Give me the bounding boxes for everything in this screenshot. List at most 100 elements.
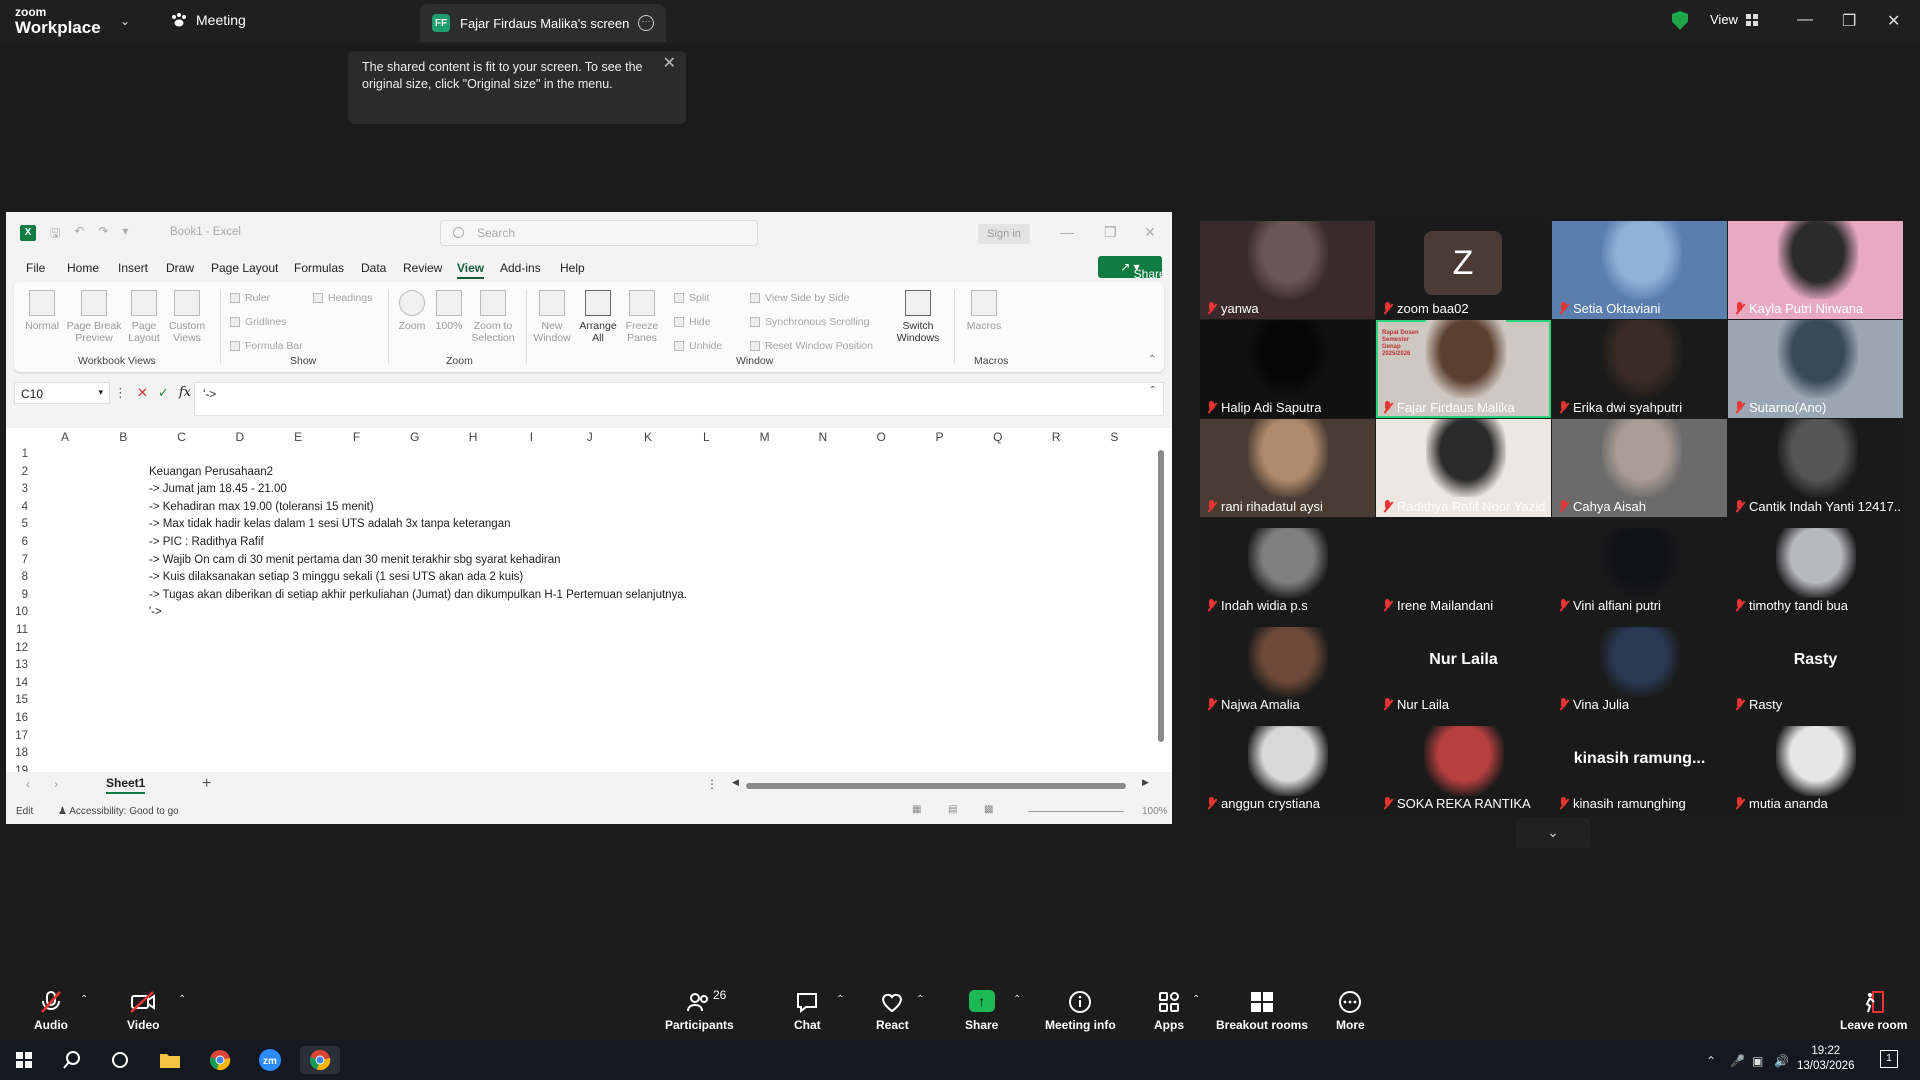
participant-tile[interactable]: Halip Adi Saputra: [1200, 320, 1375, 418]
column-header[interactable]: K: [619, 428, 677, 446]
page-break-preview-button[interactable]: Page Break Preview: [66, 290, 122, 344]
cell-text[interactable]: '->: [149, 606, 162, 618]
participant-tile[interactable]: Cantik Indah Yanti 12417...: [1728, 419, 1903, 517]
row-header[interactable]: 9: [6, 589, 36, 607]
column-header[interactable]: G: [386, 428, 444, 446]
row-header[interactable]: 15: [6, 694, 36, 712]
row-header[interactable]: 17: [6, 730, 36, 748]
row-header[interactable]: 2: [6, 466, 36, 484]
minimize-icon[interactable]: —: [1797, 11, 1813, 29]
column-header[interactable]: N: [794, 428, 852, 446]
macros-button[interactable]: Macros: [964, 290, 1004, 332]
participant-tile[interactable]: Erika dwi syahputri: [1552, 320, 1727, 418]
zoom-to-selection-button[interactable]: Zoom to Selection: [468, 290, 518, 344]
headings-checkbox[interactable]: Headings: [313, 292, 372, 304]
share-button[interactable]: ↗ Share ▾: [1098, 256, 1166, 281]
formula-bar-checkbox[interactable]: Formula Bar: [230, 340, 303, 352]
video-button[interactable]: Video: [127, 990, 159, 1032]
next-sheet-icon[interactable]: ›: [54, 777, 58, 791]
menu-page-layout[interactable]: Page Layout: [211, 261, 278, 275]
column-header[interactable]: M: [736, 428, 794, 446]
row-header[interactable]: 3: [6, 483, 36, 501]
save-icon[interactable]: 🖫: [50, 224, 60, 245]
row-header[interactable]: 1: [6, 448, 36, 466]
volume-icon[interactable]: 🔊: [1774, 1054, 1789, 1068]
participant-tile[interactable]: rani rihadatul aysi: [1200, 419, 1375, 517]
unhide-button[interactable]: Unhide: [674, 340, 722, 352]
collapse-ribbon-icon[interactable]: ⌃: [1148, 354, 1156, 365]
zoom-app-icon[interactable]: zm: [250, 1046, 290, 1074]
row-header[interactable]: 16: [6, 712, 36, 730]
video-options-icon[interactable]: ⌃: [178, 994, 186, 1005]
vertical-scrollbar[interactable]: [1158, 436, 1166, 762]
participant-tile[interactable]: Vina Julia: [1552, 617, 1727, 715]
row-header[interactable]: 7: [6, 554, 36, 572]
react-options-icon[interactable]: ⌃: [916, 994, 924, 1005]
cell-text[interactable]: -> Kehadiran max 19.00 (toleransi 15 men…: [149, 501, 374, 513]
row-header[interactable]: 13: [6, 659, 36, 677]
column-header[interactable]: J: [561, 428, 619, 446]
undo-icon[interactable]: ↶: [74, 224, 84, 245]
menu-draw[interactable]: Draw: [166, 261, 194, 275]
participant-tile[interactable]: Indah widia p.s: [1200, 518, 1375, 616]
search-input[interactable]: Search: [440, 220, 758, 246]
menu-file[interactable]: File: [26, 261, 45, 275]
participant-tile[interactable]: Rasty Rasty: [1728, 617, 1903, 715]
scroll-left-icon[interactable]: ◀: [732, 777, 739, 788]
maximize-icon[interactable]: ❐: [1104, 224, 1117, 241]
row-header[interactable]: 12: [6, 642, 36, 660]
participant-tile[interactable]: SOKA REKA RANTIKA: [1376, 716, 1551, 814]
menu-home[interactable]: Home: [67, 261, 99, 275]
participant-tile[interactable]: Cahya Aisah: [1552, 419, 1727, 517]
shared-screen-tab[interactable]: FF Fajar Firdaus Malika's screen ···: [420, 4, 666, 42]
gallery-next-page-icon[interactable]: ⌄: [1516, 818, 1590, 848]
scroll-right-icon[interactable]: ▶: [1142, 777, 1149, 788]
row-header[interactable]: 11: [6, 624, 36, 642]
column-header[interactable]: Q: [969, 428, 1027, 446]
insert-function-icon[interactable]: fx: [179, 385, 191, 401]
cell-text[interactable]: Keuangan Perusahaan2: [149, 466, 273, 478]
menu-help[interactable]: Help: [560, 261, 585, 275]
participant-tile[interactable]: Setia Oktaviani: [1552, 221, 1727, 319]
split-button[interactable]: Split: [674, 292, 709, 304]
synchronous-scrolling-button[interactable]: Synchronous Scrolling: [750, 316, 869, 328]
column-header[interactable]: H: [444, 428, 502, 446]
row-header[interactable]: 5: [6, 518, 36, 536]
more-button[interactable]: More: [1336, 990, 1365, 1032]
sheet-tab-sheet1[interactable]: Sheet1: [106, 776, 146, 794]
meeting-info-button[interactable]: Meeting info: [1045, 990, 1116, 1032]
leave-room-button[interactable]: Leave room: [1840, 990, 1907, 1032]
notification-icon[interactable]: 1: [1880, 1050, 1898, 1068]
column-header[interactable]: R: [1027, 428, 1085, 446]
sign-in-button[interactable]: Sign in: [978, 224, 1030, 244]
row-header[interactable]: 10: [6, 606, 36, 624]
participant-tile[interactable]: yanwa: [1200, 221, 1375, 319]
participant-tile[interactable]: Zzoom baa02: [1376, 221, 1551, 319]
microphone-tray-icon[interactable]: 🎤: [1730, 1054, 1745, 1068]
zoom-slider[interactable]: [1028, 811, 1124, 812]
system-clock[interactable]: 19:22 13/03/2026: [1797, 1044, 1855, 1074]
restore-icon[interactable]: ❐: [1842, 11, 1856, 31]
show-hidden-icons-icon[interactable]: ⌃: [1706, 1054, 1716, 1068]
chat-button[interactable]: Chat: [794, 990, 821, 1032]
row-header[interactable]: 18: [6, 747, 36, 765]
menu-data[interactable]: Data: [361, 261, 386, 275]
close-icon[interactable]: ✕: [1144, 224, 1156, 241]
participant-tile[interactable]: anggun crystiana: [1200, 716, 1375, 814]
freeze-panes-button[interactable]: Freeze Panes: [622, 290, 662, 344]
cell-text[interactable]: -> Tugas akan diberikan di setiap akhir …: [149, 589, 687, 601]
page-break-icon[interactable]: ▩: [984, 804, 993, 815]
breakout-rooms-button[interactable]: Breakout rooms: [1216, 990, 1308, 1032]
chrome-icon[interactable]: [200, 1046, 240, 1074]
participant-tile[interactable]: mutia ananda: [1728, 716, 1903, 814]
cell-text[interactable]: -> PIC : Radithya Rafif: [149, 536, 264, 548]
participant-tile[interactable]: Radithya Rafif Noor Yazid: [1376, 419, 1551, 517]
arrange-all-button[interactable]: Arrange All: [576, 290, 620, 344]
cell-text[interactable]: -> Max tidak hadir kelas dalam 1 sesi UT…: [149, 518, 511, 530]
page-layout-view-button[interactable]: Page Layout: [126, 290, 162, 344]
new-window-button[interactable]: New Window: [532, 290, 572, 344]
column-header[interactable]: D: [211, 428, 269, 446]
zoom-level[interactable]: 100%: [1142, 806, 1168, 817]
column-header[interactable]: O: [852, 428, 910, 446]
file-explorer-icon[interactable]: [150, 1046, 190, 1074]
